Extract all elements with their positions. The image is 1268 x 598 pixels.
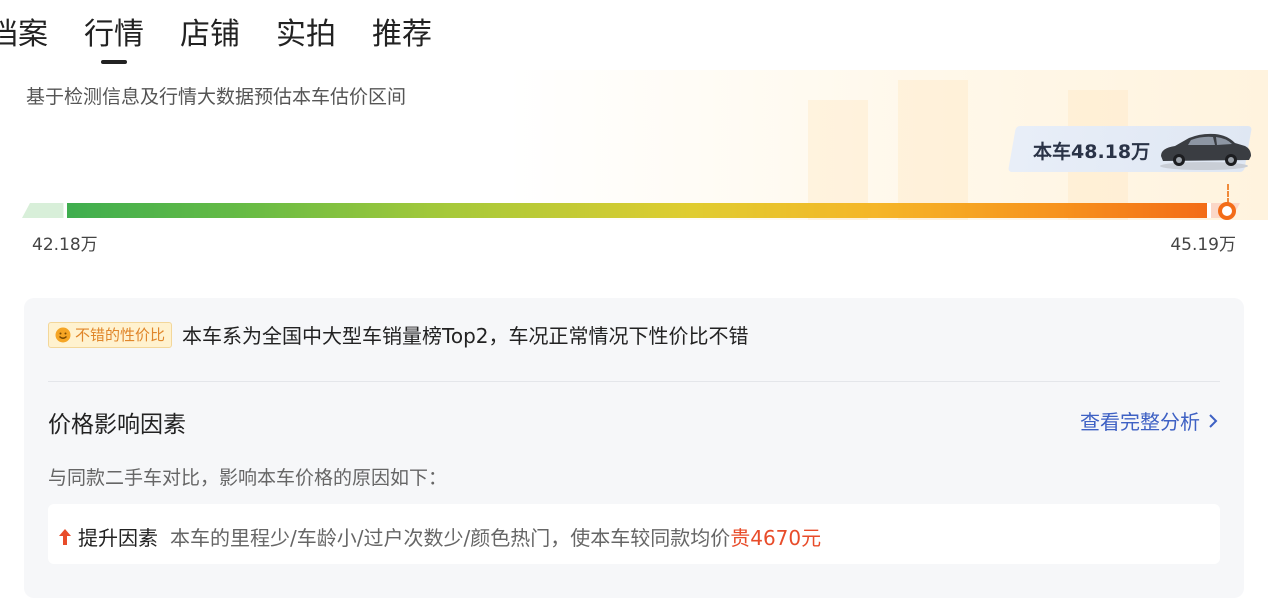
factor-description: 本车的里程少/车龄小/过户次数少/颜色热门，使本车较同款均价 bbox=[170, 526, 731, 550]
divider bbox=[48, 381, 1220, 382]
chevron-right-icon bbox=[1209, 413, 1218, 428]
arrow-up-icon bbox=[59, 528, 71, 545]
factor-line: 提升因素 本车的里程少/车龄小/过户次数少/颜色热门，使本车较同款均价 贵467… bbox=[58, 522, 821, 551]
tab-archive[interactable]: 档案 bbox=[0, 14, 48, 56]
tab-photos[interactable]: 实拍 bbox=[276, 14, 336, 56]
min-price-label: 42.18万 bbox=[32, 235, 98, 255]
max-price-label: 45.19万 bbox=[1170, 235, 1236, 255]
view-full-analysis-label: 查看完整分析 bbox=[1080, 410, 1200, 434]
factors-title: 价格影响因素 bbox=[48, 412, 186, 438]
factor-price-difference: 贵4670元 bbox=[730, 526, 822, 550]
current-price-label: 本车48.18万 bbox=[1033, 141, 1151, 163]
tab-bar: 档案 行情 店铺 实拍 推荐 bbox=[0, 14, 468, 56]
tab-recommend[interactable]: 推荐 bbox=[372, 14, 432, 56]
value-badge-row: 不错的性价比 本车系为全国中大型车销量榜Top2，车况正常情况下性价比不错 bbox=[48, 320, 749, 349]
price-subtitle: 基于检测信息及行情大数据预估本车估价区间 bbox=[26, 86, 407, 108]
car-icon bbox=[1160, 133, 1251, 170]
factor-label: 提升因素 bbox=[78, 526, 158, 550]
value-description: 本车系为全国中大型车销量榜Top2，车况正常情况下性价比不错 bbox=[182, 324, 749, 348]
compare-description: 与同款二手车对比，影响本车价格的原因如下： bbox=[48, 467, 448, 489]
tab-store[interactable]: 店铺 bbox=[180, 14, 240, 56]
price-analysis-card: 不错的性价比 本车系为全国中大型车销量榜Top2，车况正常情况下性价比不错 价格… bbox=[24, 298, 1244, 598]
factor-item: 提升因素 本车的里程少/车龄小/过户次数少/颜色热门，使本车较同款均价 贵467… bbox=[48, 504, 1220, 564]
value-badge: 不错的性价比 bbox=[48, 321, 173, 348]
current-marker-line bbox=[1227, 184, 1229, 204]
price-range-gradient bbox=[22, 203, 1240, 218]
current-price-marker bbox=[1218, 202, 1236, 220]
price-range-panel: 基于检测信息及行情大数据预估本车估价区间 本车48.18万 42.18万 45.… bbox=[0, 70, 1268, 260]
view-full-analysis-link[interactable]: 查看完整分析 bbox=[1080, 406, 1218, 435]
price-range-bar bbox=[22, 203, 1240, 218]
value-badge-label: 不错的性价比 bbox=[75, 326, 166, 344]
tab-market[interactable]: 行情 bbox=[84, 14, 144, 56]
smile-icon bbox=[55, 327, 71, 342]
